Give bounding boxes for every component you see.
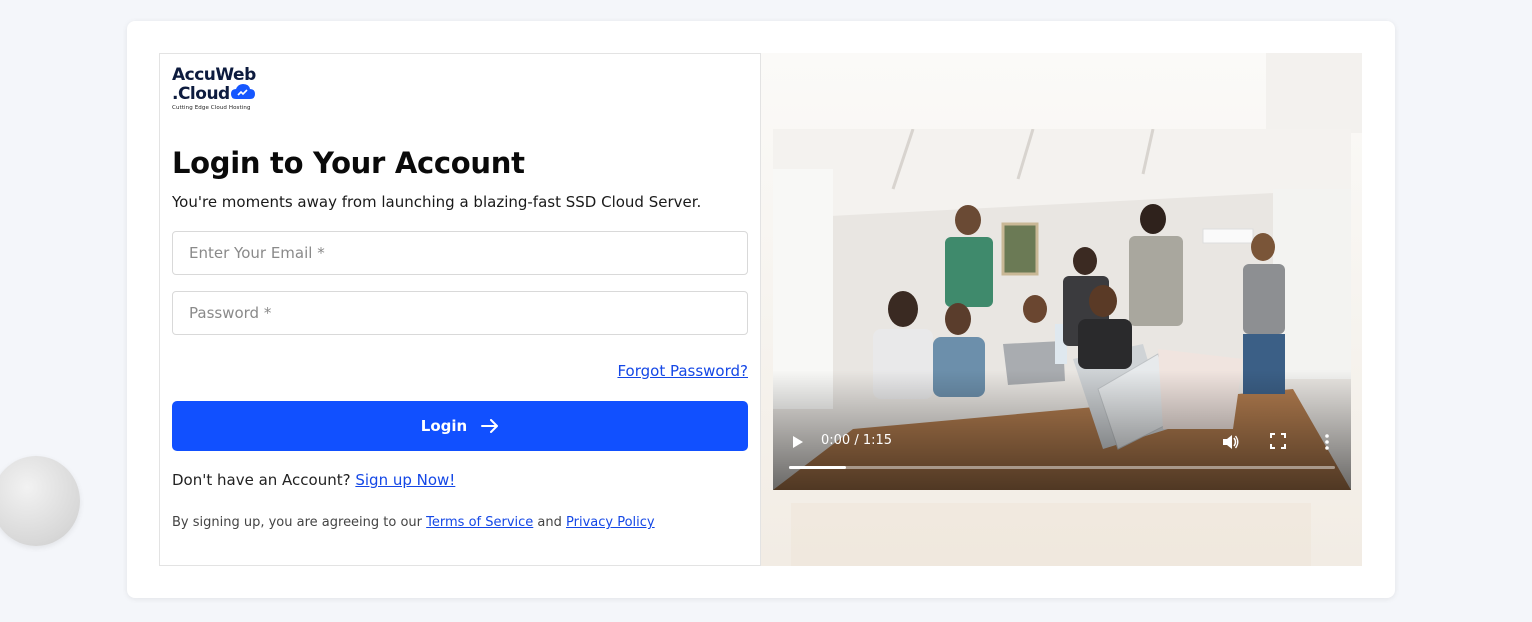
terms-and: and [537,515,562,530]
signup-row: Don't have an Account? Sign up Now! [172,470,748,490]
volume-icon[interactable] [1221,433,1239,451]
privacy-policy-link[interactable]: Privacy Policy [566,515,655,530]
password-input[interactable] [172,291,748,335]
media-panel: 0:00 / 1:15 [761,53,1362,566]
login-card: AccuWeb .Cloud Cutting Edge Cloud Hostin… [127,21,1395,598]
logo-tagline: Cutting Edge Cloud Hosting [172,105,251,111]
video-player[interactable]: 0:00 / 1:15 [773,129,1351,490]
terms-prefix: By signing up, you are agreeing to our [172,515,423,530]
brand-logo[interactable]: AccuWeb .Cloud Cutting Edge Cloud Hostin… [172,66,292,116]
forgot-password-link[interactable]: Forgot Password? [617,362,748,380]
terms-of-service-link[interactable]: Terms of Service [426,515,533,530]
terms-row: By signing up, you are agreeing to our T… [172,515,748,530]
video-progress-bar[interactable] [789,466,1335,469]
decorative-bubble [0,456,80,546]
video-controls: 0:00 / 1:15 [773,429,1351,455]
logo-text-line1: AccuWeb [172,65,256,85]
video-progress-fill [789,466,847,469]
cloud-icon [231,84,255,99]
page-subtitle: You're moments away from launching a bla… [172,193,702,211]
signup-prompt: Don't have an Account? [172,471,351,489]
background-decor-table [791,503,1311,566]
login-button[interactable]: Login [172,401,748,451]
logo-text-line2: .Cloud [172,84,230,104]
more-vertical-icon[interactable] [1321,433,1333,451]
forgot-row: Forgot Password? [172,361,748,381]
play-icon[interactable] [789,434,805,450]
arrow-right-icon [481,419,499,433]
video-time: 0:00 / 1:15 [821,433,893,448]
login-panel: AccuWeb .Cloud Cutting Edge Cloud Hostin… [159,53,761,566]
fullscreen-icon[interactable] [1270,433,1286,449]
login-button-label: Login [420,417,468,435]
email-input[interactable] [172,231,748,275]
signup-link[interactable]: Sign up Now! [355,471,455,489]
page-title: Login to Your Account [172,146,525,180]
background-decor [1266,53,1362,133]
